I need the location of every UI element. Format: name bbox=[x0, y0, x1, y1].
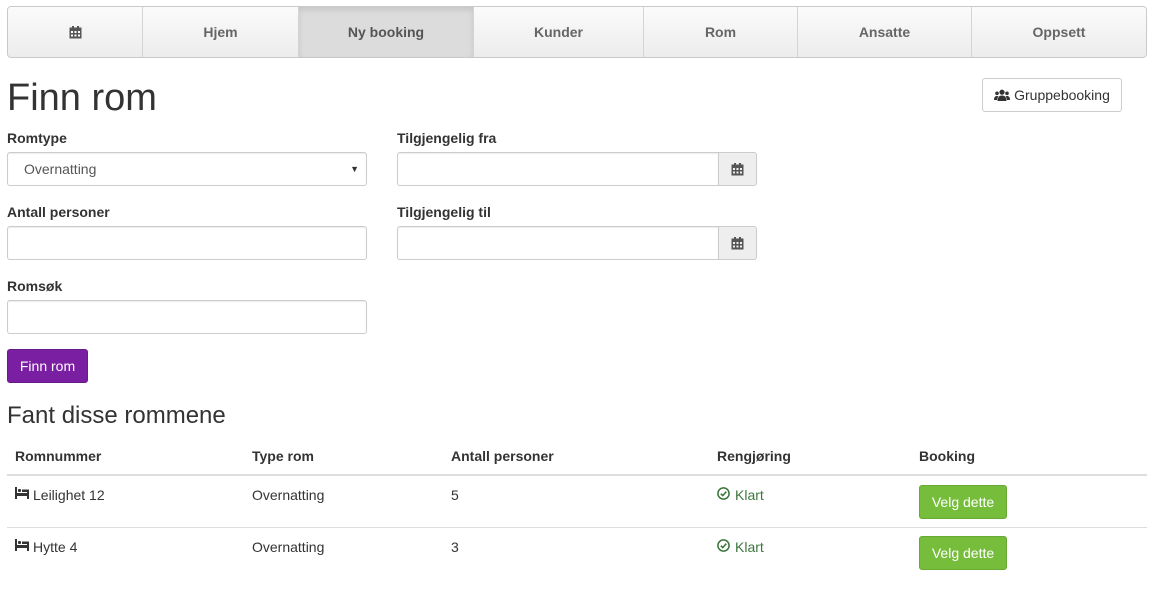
check-circle-icon bbox=[717, 539, 730, 552]
nav-calendar[interactable] bbox=[8, 7, 143, 57]
available-to-input[interactable] bbox=[397, 226, 718, 260]
booking-cell: Velg dette bbox=[919, 476, 1007, 527]
results-title: Fant disse rommene bbox=[7, 402, 226, 429]
calendar-icon bbox=[69, 25, 82, 39]
persons-cell: 3 bbox=[451, 539, 459, 555]
nav-rom[interactable]: Rom bbox=[644, 7, 798, 57]
persons-input[interactable] bbox=[7, 226, 367, 260]
column-header-room: Romnummer bbox=[15, 448, 102, 464]
nav-ny-booking[interactable]: Ny booking bbox=[299, 7, 474, 57]
available-from-input[interactable] bbox=[397, 152, 718, 186]
persons-label: Antall personer bbox=[7, 204, 110, 220]
room-name: Leilighet 12 bbox=[33, 487, 105, 503]
cleaning-status: Klart bbox=[735, 539, 764, 555]
cleaning-cell: Klart bbox=[717, 528, 764, 578]
cleaning-cell: Klart bbox=[717, 476, 764, 527]
main-nav: Hjem Ny booking Kunder Rom Ansatte Oppse… bbox=[7, 6, 1147, 58]
available-from-label: Tilgjengelig fra bbox=[397, 130, 497, 146]
results-table: Romnummer Type rom Antall personer Rengj… bbox=[7, 438, 1147, 578]
table-header: Romnummer Type rom Antall personer Rengj… bbox=[7, 438, 1147, 476]
column-header-cleaning: Rengjøring bbox=[717, 448, 791, 464]
available-to-calendar-button[interactable] bbox=[718, 226, 757, 260]
room-cell: Leilighet 12 bbox=[15, 476, 105, 527]
room-cell: Hytte 4 bbox=[15, 528, 77, 578]
find-room-button[interactable]: Finn rom bbox=[7, 349, 88, 383]
users-icon bbox=[994, 89, 1011, 102]
select-room-button[interactable]: Velg dette bbox=[919, 484, 1007, 519]
cleaning-status: Klart bbox=[735, 487, 764, 503]
bed-icon bbox=[15, 539, 29, 551]
table-row: Hytte 4 Overnatting 3 Klart Velg dette bbox=[7, 527, 1147, 578]
column-header-booking: Booking bbox=[919, 448, 975, 464]
persons-cell: 5 bbox=[451, 487, 459, 503]
nav-hjem[interactable]: Hjem bbox=[143, 7, 299, 57]
available-to-label: Tilgjengelig til bbox=[397, 204, 491, 220]
booking-cell: Velg dette bbox=[919, 528, 1007, 578]
nav-kunder[interactable]: Kunder bbox=[474, 7, 644, 57]
room-search-input[interactable] bbox=[7, 300, 367, 334]
room-name: Hytte 4 bbox=[33, 539, 78, 555]
nav-ansatte[interactable]: Ansatte bbox=[798, 7, 972, 57]
column-header-type: Type rom bbox=[252, 448, 314, 464]
group-booking-label: Gruppebooking bbox=[1014, 87, 1110, 103]
select-room-button[interactable]: Velg dette bbox=[919, 536, 1007, 570]
available-from-calendar-button[interactable] bbox=[718, 152, 757, 186]
calendar-icon bbox=[731, 162, 744, 176]
nav-oppsett[interactable]: Oppsett bbox=[972, 7, 1146, 57]
caret-down-icon: ▼ bbox=[350, 164, 359, 174]
room-type-label: Romtype bbox=[7, 130, 67, 146]
column-header-persons: Antall personer bbox=[451, 448, 554, 464]
room-search-label: Romsøk bbox=[7, 278, 63, 294]
available-to-group bbox=[397, 226, 757, 260]
type-cell: Overnatting bbox=[252, 487, 325, 503]
room-type-select[interactable]: Overnatting ▼ bbox=[7, 152, 367, 186]
bed-icon bbox=[15, 487, 29, 499]
room-type-value: Overnatting bbox=[24, 161, 97, 177]
check-circle-icon bbox=[717, 487, 730, 500]
table-row: Leilighet 12 Overnatting 5 Klart Velg de… bbox=[7, 476, 1147, 527]
group-booking-button[interactable]: Gruppebooking bbox=[982, 78, 1122, 112]
available-from-group bbox=[397, 152, 757, 186]
page-title: Finn rom bbox=[7, 77, 157, 119]
calendar-icon bbox=[731, 236, 744, 250]
type-cell: Overnatting bbox=[252, 539, 325, 555]
